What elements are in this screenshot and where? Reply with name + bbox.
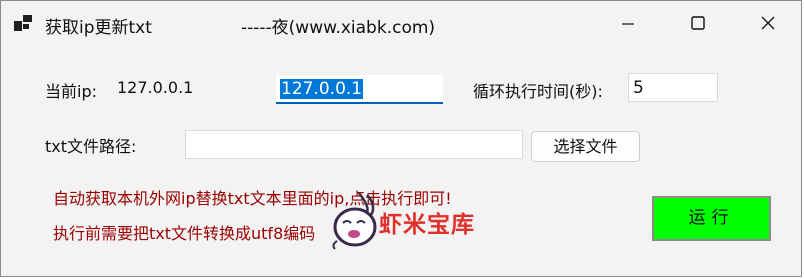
ip-input-selected-text: 127.0.0.1 (280, 79, 364, 99)
shrimp-mascot-icon (332, 192, 377, 250)
choose-file-button[interactable]: 选择文件 (531, 131, 640, 162)
current-ip-value: 127.0.0.1 (117, 78, 194, 97)
interval-label: 循环执行时间(秒): (473, 82, 603, 101)
minimize-button[interactable] (599, 1, 657, 45)
ip-input[interactable]: 127.0.0.1 (276, 75, 443, 104)
interval-input-value: 5 (633, 78, 644, 98)
instruction-line-2: 执行前需要把txt文件转换成utf8编码 (53, 224, 316, 243)
interval-input[interactable]: 5 (628, 73, 718, 102)
current-ip-label: 当前ip: (45, 82, 97, 101)
title-bar[interactable]: 获取ip更新txt -----夜(www.xiabk.com) (1, 1, 801, 45)
watermark-text: 虾米宝库 (379, 212, 475, 238)
app-window: 获取ip更新txt -----夜(www.xiabk.com) 当前ip: 12… (0, 0, 802, 277)
maximize-button[interactable] (669, 1, 727, 45)
path-input[interactable] (185, 130, 523, 159)
close-icon (761, 16, 775, 30)
run-button[interactable]: 运行 (652, 196, 771, 241)
maximize-icon (691, 16, 705, 30)
path-label: txt文件路径: (45, 137, 137, 156)
close-button[interactable] (739, 1, 797, 45)
window-title: 获取ip更新txt (45, 18, 152, 38)
minimize-icon (622, 23, 634, 25)
app-window-icon (14, 15, 32, 31)
window-subtitle: -----夜(www.xiabk.com) (241, 18, 436, 38)
watermark-logo: 虾米宝库 (329, 189, 479, 255)
